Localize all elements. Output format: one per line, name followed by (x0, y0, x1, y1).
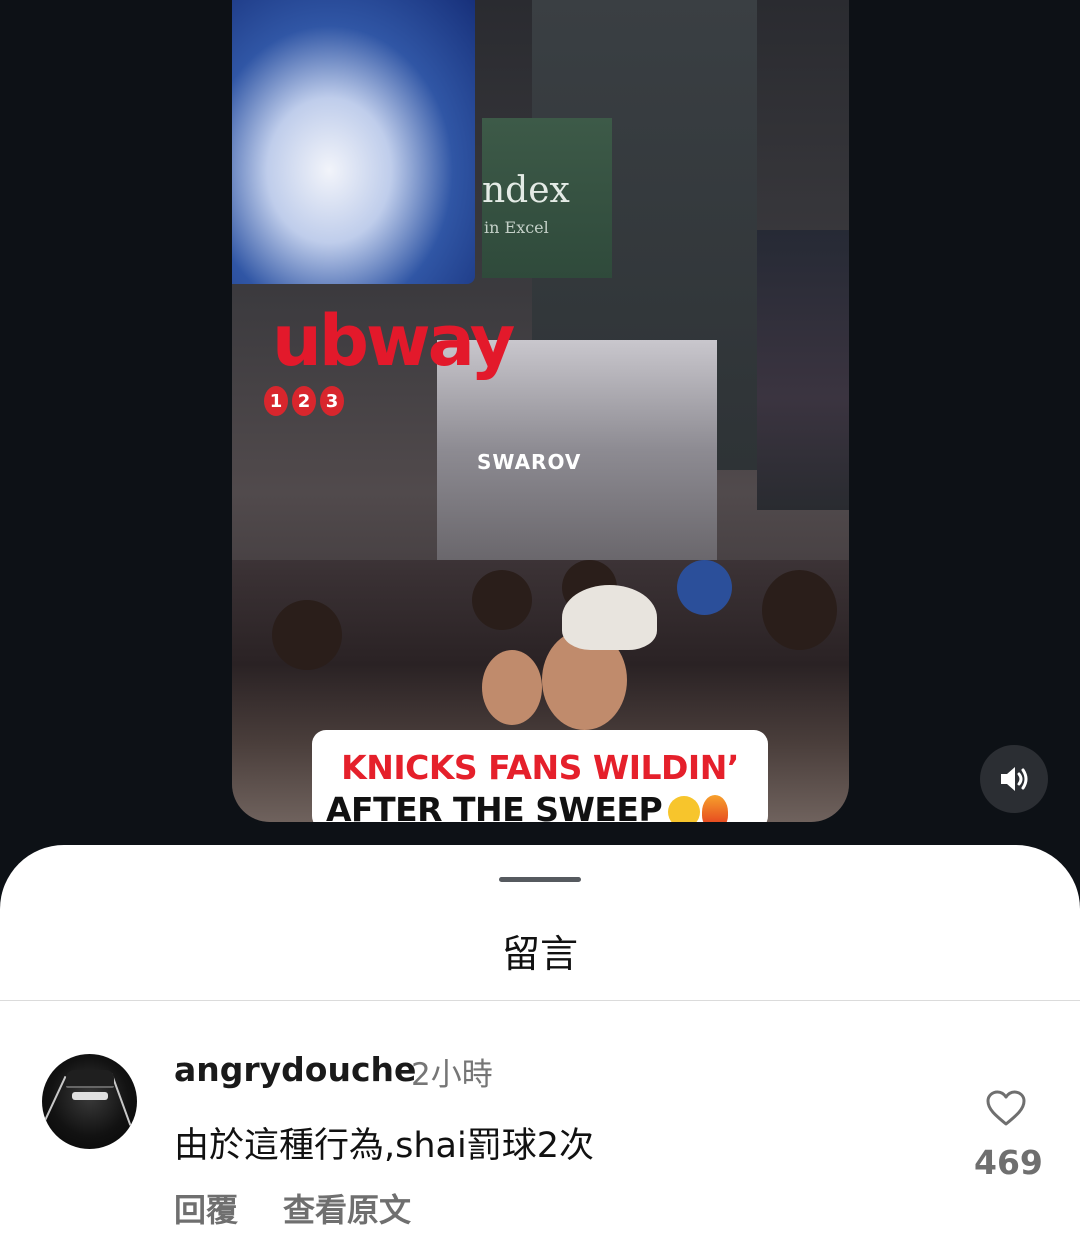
avatar-hat (66, 1070, 114, 1088)
comment-username[interactable]: angrydouche (174, 1050, 416, 1089)
line-badge-3: 3 (320, 386, 344, 416)
reply-button[interactable]: 回覆 (174, 1185, 238, 1231)
billboard-screen (232, 0, 475, 284)
crowd-head (272, 600, 342, 670)
tower-sign: ndex in Excel (482, 118, 612, 278)
tower-sign-sub-text: in Excel (484, 218, 549, 237)
see-original-button[interactable]: 查看原文 (283, 1185, 411, 1231)
station-line-badges: 1 2 3 (264, 386, 344, 416)
subway-sign-text: ubway (272, 300, 515, 382)
avatar-lightning (43, 1075, 67, 1123)
caption-line-2-text: AFTER THE SWEEP (326, 790, 663, 822)
crying-emoji-icon (668, 795, 701, 822)
crowd-blue-cap (677, 560, 732, 615)
crowd-cap (562, 585, 657, 650)
comment-text: 由於這種行為,shai罰球2次 (174, 1126, 594, 1166)
tower-sign-main-text: ndex (482, 170, 570, 211)
video-area: ndex in Excel SWAROV ubway 1 2 3 KNICKS … (0, 0, 1080, 870)
sheet-drag-handle[interactable] (499, 877, 581, 882)
comments-sheet: 留言 angrydouche 2小時 由於這種行為,shai罰球2次 回覆 查看… (0, 845, 1080, 1246)
fire-emoji-icon (702, 794, 729, 822)
right-building (757, 230, 849, 510)
caption-line-1: KNICKS FANS WILDIN’ (341, 748, 739, 787)
heart-outline-icon[interactable] (985, 1089, 1027, 1127)
store-sign-text: SWAROV (477, 450, 582, 474)
crowd-head (472, 570, 532, 630)
line-badge-1: 1 (264, 386, 288, 416)
sheet-title: 留言 (501, 932, 578, 976)
comment-timestamp: 2小時 (411, 1057, 493, 1093)
crowd-face (482, 650, 542, 725)
crowd-head (762, 570, 837, 650)
speaker-icon (1001, 767, 1028, 791)
sheet-divider (0, 1000, 1080, 1001)
video-caption: KNICKS FANS WILDIN’ AFTER THE SWEEP (312, 730, 768, 822)
like-count: 469 (974, 1143, 1043, 1182)
avatar-glasses (72, 1092, 108, 1100)
sound-toggle-button[interactable] (980, 745, 1048, 813)
line-badge-2: 2 (292, 386, 316, 416)
video-player[interactable]: ndex in Excel SWAROV ubway 1 2 3 KNICKS … (232, 0, 849, 822)
avatar[interactable] (42, 1054, 137, 1149)
caption-line-2: AFTER THE SWEEP (326, 790, 729, 822)
